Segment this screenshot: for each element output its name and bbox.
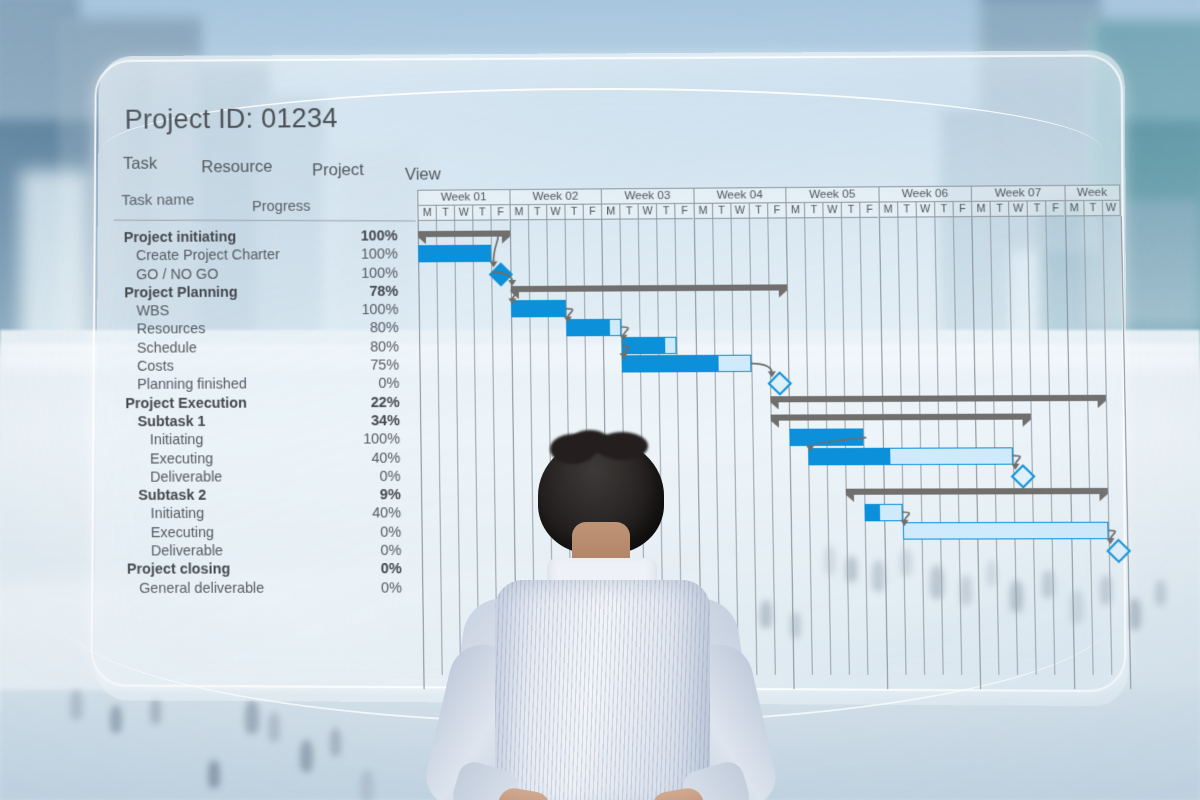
person-figure <box>400 430 800 800</box>
task-name: Schedule <box>137 340 197 356</box>
task-progress: 0% <box>380 524 401 540</box>
task-name: Subtask 2 <box>138 488 206 504</box>
column-header-task-name: Task name <box>121 191 194 209</box>
column-header-progress: Progress <box>252 199 311 216</box>
task-progress: 0% <box>380 543 401 559</box>
task-progress: 0% <box>380 469 401 485</box>
task-name: Planning finished <box>137 377 247 394</box>
task-name: Initiating <box>150 432 204 448</box>
crowd-person <box>360 770 374 800</box>
task-progress: 75% <box>370 358 399 374</box>
task-progress: 9% <box>380 487 401 503</box>
task-progress: 78% <box>369 284 398 300</box>
task-progress: 34% <box>371 413 400 429</box>
task-progress: 40% <box>372 506 401 522</box>
task-name: Initiating <box>150 506 204 522</box>
task-progress: 100% <box>361 247 398 263</box>
menu-bar: Task Resource Project View <box>123 148 547 180</box>
shirt-stripes <box>495 580 710 800</box>
task-name: Subtask 1 <box>138 414 206 430</box>
task-list: Project initiating 100% Create Project Cha… <box>94 228 421 599</box>
task-progress: 100% <box>361 265 398 281</box>
task-progress: 40% <box>371 450 400 466</box>
task-name: Project closing <box>127 562 230 578</box>
task-name: Executing <box>151 525 214 541</box>
table-row[interactable]: Project Execution 22% <box>95 394 418 414</box>
table-row[interactable]: Initiating 40% <box>96 506 419 525</box>
table-row[interactable]: Initiating 100% <box>96 431 419 451</box>
task-progress: 0% <box>381 561 402 577</box>
menu-item-resource[interactable]: Resource <box>201 158 272 178</box>
table-row[interactable]: Project closing 0% <box>97 561 420 580</box>
crowd-person <box>268 712 280 742</box>
menu-item-view[interactable]: View <box>405 165 441 184</box>
torso-shirt <box>495 580 710 800</box>
task-name: Executing <box>150 451 213 467</box>
task-progress: 100% <box>363 432 400 448</box>
table-row[interactable]: Project initiating 100% <box>94 228 416 249</box>
task-name: Deliverable <box>151 543 223 559</box>
hair-tuft <box>570 430 610 454</box>
crowd-person <box>1155 580 1166 606</box>
task-progress: 80% <box>370 321 399 337</box>
table-row[interactable]: Subtask 2 9% <box>96 487 419 506</box>
task-name: Resources <box>137 322 206 338</box>
task-name: Project Execution <box>125 395 247 412</box>
table-row[interactable]: Create Project Charter 100% <box>94 247 416 268</box>
crowd-person <box>330 728 341 756</box>
task-progress: 100% <box>361 228 398 244</box>
task-name: Project Planning <box>124 285 238 302</box>
task-progress: 0% <box>378 376 399 392</box>
task-name: Create Project Charter <box>136 247 280 264</box>
table-row[interactable]: Costs 75% <box>95 357 418 377</box>
table-row[interactable]: Executing 40% <box>96 450 419 470</box>
table-row[interactable]: Subtask 1 34% <box>95 413 418 433</box>
table-row[interactable]: Project Planning 78% <box>94 283 416 303</box>
crowd-person <box>208 760 220 788</box>
menu-item-task[interactable]: Task <box>123 155 157 174</box>
task-progress: 0% <box>381 580 402 596</box>
table-row[interactable]: Planning finished 0% <box>95 376 418 396</box>
table-row[interactable]: Deliverable 0% <box>97 543 420 562</box>
table-row[interactable]: Executing 0% <box>96 524 419 543</box>
table-row[interactable]: WBS 100% <box>94 302 417 322</box>
task-progress: 80% <box>370 339 399 355</box>
task-progress: 22% <box>371 395 400 411</box>
screenshot-stage: Project ID: 01234 Task Resource Project … <box>0 0 1200 800</box>
table-row[interactable]: Deliverable 0% <box>96 469 419 489</box>
task-progress: 100% <box>361 302 398 318</box>
table-row[interactable]: General deliverable 0% <box>97 580 421 599</box>
task-name: GO / NO GO <box>136 266 218 283</box>
task-name: General deliverable <box>139 580 264 596</box>
table-row[interactable]: Resources 80% <box>94 320 417 340</box>
table-row[interactable]: GO / NO GO 100% <box>94 265 416 285</box>
task-name: WBS <box>136 303 169 319</box>
task-name: Costs <box>137 359 174 375</box>
page-title: Project ID: 01234 <box>125 103 338 136</box>
table-row[interactable]: Schedule 80% <box>95 339 418 359</box>
task-name: Deliverable <box>150 469 222 485</box>
header-divider <box>114 220 416 222</box>
menu-item-project[interactable]: Project <box>312 161 364 181</box>
crowd-person <box>110 705 122 733</box>
task-name: Project initiating <box>124 229 237 246</box>
crowd-person <box>70 690 83 720</box>
crowd-person <box>300 740 313 772</box>
